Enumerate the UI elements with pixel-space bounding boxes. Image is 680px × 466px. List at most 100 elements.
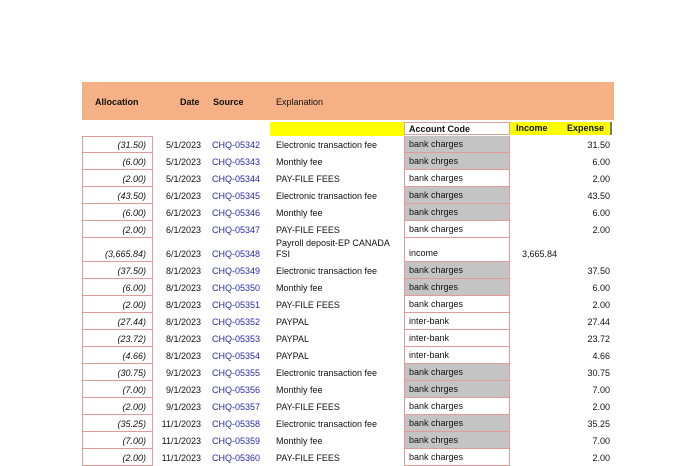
source-cell[interactable]: CHQ-05353 [212, 334, 260, 344]
allocation-cell[interactable]: (3,665.84) [82, 238, 153, 262]
allocation-cell[interactable]: (2.00) [82, 296, 153, 313]
account-code-cell[interactable]: bank charges [404, 170, 510, 187]
explanation-cell[interactable]: PAY-FILE FEES [276, 300, 340, 310]
allocation-cell[interactable]: (2.00) [82, 398, 153, 415]
source-cell[interactable]: CHQ-05356 [212, 385, 260, 395]
date-cell[interactable]: 6/1/2023 [153, 225, 201, 235]
header-allocation[interactable]: Allocation [95, 97, 139, 107]
account-code-cell[interactable]: bank chrges [404, 381, 510, 398]
expense-cell[interactable]: 4.66 [592, 351, 610, 361]
date-cell[interactable]: 5/1/2023 [153, 157, 201, 167]
expense-cell[interactable]: 31.50 [587, 140, 610, 150]
allocation-cell[interactable]: (30.75) [82, 364, 153, 381]
source-cell[interactable]: CHQ-05355 [212, 368, 260, 378]
account-code-cell[interactable]: bank chrges [404, 153, 510, 170]
expense-cell[interactable]: 2.00 [592, 402, 610, 412]
explanation-cell[interactable]: PAYPAL [276, 351, 309, 361]
header-income-expense[interactable]: Income Expense [510, 122, 612, 135]
explanation-cell[interactable]: Payroll deposit-EP CANADA FSI [276, 238, 390, 260]
account-code-cell[interactable]: bank charges [404, 415, 510, 432]
source-cell[interactable]: CHQ-05352 [212, 317, 260, 327]
source-cell[interactable]: CHQ-05350 [212, 283, 260, 293]
allocation-cell[interactable]: (7.00) [82, 432, 153, 449]
explanation-cell[interactable]: Electronic transaction fee [276, 419, 377, 429]
date-cell[interactable]: 5/1/2023 [153, 140, 201, 150]
explanation-cell[interactable]: PAYPAL [276, 317, 309, 327]
header-account-code[interactable]: Account Code [404, 122, 510, 135]
header-explanation[interactable]: Explanation [276, 97, 323, 107]
date-cell[interactable]: 9/1/2023 [153, 368, 201, 378]
expense-cell[interactable]: 37.50 [587, 266, 610, 276]
account-code-cell[interactable]: bank charges [404, 449, 510, 466]
source-cell[interactable]: CHQ-05357 [212, 402, 260, 412]
date-cell[interactable]: 6/1/2023 [153, 191, 201, 201]
expense-cell[interactable]: 2.00 [592, 174, 610, 184]
allocation-cell[interactable]: (6.00) [82, 204, 153, 221]
account-code-cell[interactable]: bank chrges [404, 204, 510, 221]
date-cell[interactable]: 9/1/2023 [153, 385, 201, 395]
date-cell[interactable]: 11/1/2023 [153, 436, 201, 446]
explanation-cell[interactable]: Monthly fee [276, 283, 323, 293]
expense-cell[interactable]: 7.00 [592, 436, 610, 446]
source-cell[interactable]: CHQ-05359 [212, 436, 260, 446]
source-cell[interactable]: CHQ-05347 [212, 225, 260, 235]
explanation-cell[interactable]: PAYPAL [276, 334, 309, 344]
account-code-cell[interactable]: inter-bank [404, 347, 510, 364]
source-cell[interactable]: CHQ-05348 [212, 249, 260, 259]
allocation-cell[interactable]: (35.25) [82, 415, 153, 432]
source-cell[interactable]: CHQ-05351 [212, 300, 260, 310]
source-cell[interactable]: CHQ-05343 [212, 157, 260, 167]
date-cell[interactable]: 6/1/2023 [153, 249, 201, 259]
date-cell[interactable]: 9/1/2023 [153, 402, 201, 412]
highlight-cell[interactable] [270, 122, 404, 136]
allocation-cell[interactable]: (31.50) [82, 136, 153, 153]
date-cell[interactable]: 6/1/2023 [153, 208, 201, 218]
account-code-cell[interactable]: bank charges [404, 187, 510, 204]
expense-cell[interactable]: 30.75 [587, 368, 610, 378]
expense-cell[interactable]: 2.00 [592, 300, 610, 310]
explanation-cell[interactable]: Electronic transaction fee [276, 266, 377, 276]
explanation-cell[interactable]: Monthly fee [276, 208, 323, 218]
source-cell[interactable]: CHQ-05349 [212, 266, 260, 276]
expense-cell[interactable]: 6.00 [592, 283, 610, 293]
source-cell[interactable]: CHQ-05342 [212, 140, 260, 150]
allocation-cell[interactable]: (37.50) [82, 262, 153, 279]
source-cell[interactable]: CHQ-05344 [212, 174, 260, 184]
explanation-cell[interactable]: PAY-FILE FEES [276, 453, 340, 463]
header-date[interactable]: Date [180, 97, 200, 107]
source-cell[interactable]: CHQ-05360 [212, 453, 260, 463]
date-cell[interactable]: 8/1/2023 [153, 283, 201, 293]
explanation-cell[interactable]: Monthly fee [276, 436, 323, 446]
date-cell[interactable]: 8/1/2023 [153, 334, 201, 344]
source-cell[interactable]: CHQ-05346 [212, 208, 260, 218]
account-code-cell[interactable]: bank charges [404, 364, 510, 381]
expense-cell[interactable]: 6.00 [592, 157, 610, 167]
explanation-cell[interactable]: PAY-FILE FEES [276, 225, 340, 235]
allocation-cell[interactable]: (43.50) [82, 187, 153, 204]
date-cell[interactable]: 5/1/2023 [153, 174, 201, 184]
account-code-cell[interactable]: bank charges [404, 136, 510, 153]
account-code-cell[interactable]: bank charges [404, 221, 510, 238]
expense-cell[interactable]: 2.00 [592, 225, 610, 235]
expense-cell[interactable]: 27.44 [587, 317, 610, 327]
date-cell[interactable]: 8/1/2023 [153, 351, 201, 361]
account-code-cell[interactable]: bank charges [404, 296, 510, 313]
allocation-cell[interactable]: (2.00) [82, 221, 153, 238]
expense-cell[interactable]: 23.72 [587, 334, 610, 344]
source-cell[interactable]: CHQ-05358 [212, 419, 260, 429]
account-code-cell[interactable]: bank charges [404, 398, 510, 415]
expense-cell[interactable]: 2.00 [592, 453, 610, 463]
explanation-cell[interactable]: Monthly fee [276, 385, 323, 395]
allocation-cell[interactable]: (2.00) [82, 449, 153, 466]
allocation-cell[interactable]: (7.00) [82, 381, 153, 398]
allocation-cell[interactable]: (6.00) [82, 279, 153, 296]
source-cell[interactable]: CHQ-05354 [212, 351, 260, 361]
explanation-cell[interactable]: PAY-FILE FEES [276, 174, 340, 184]
account-code-cell[interactable]: bank charges [404, 262, 510, 279]
allocation-cell[interactable]: (4.66) [82, 347, 153, 364]
explanation-cell[interactable]: Monthly fee [276, 157, 323, 167]
explanation-cell[interactable]: PAY-FILE FEES [276, 402, 340, 412]
expense-cell[interactable]: 6.00 [592, 208, 610, 218]
account-code-cell[interactable]: income [404, 238, 510, 262]
explanation-cell[interactable]: Electronic transaction fee [276, 191, 377, 201]
